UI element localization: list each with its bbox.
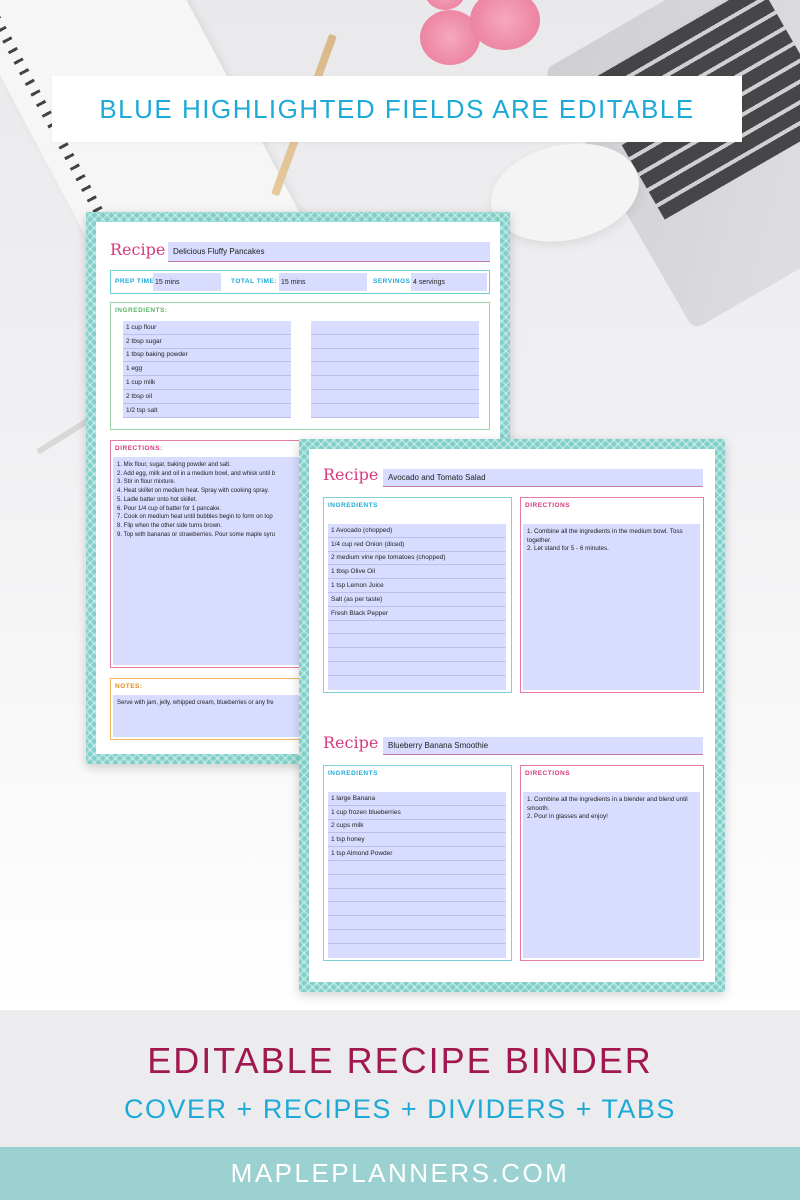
ingredient-row[interactable] bbox=[311, 362, 479, 377]
directions-label: DIRECTIONS bbox=[525, 770, 571, 777]
ingredients-box: INGREDIENTS: 1 cup flour 2 tbsp sugar 1 … bbox=[110, 302, 490, 430]
product-subtitle: COVER + RECIPES + DIVIDERS + TABS bbox=[124, 1094, 676, 1124]
ingredient-row[interactable] bbox=[328, 902, 506, 917]
ingredient-row[interactable] bbox=[328, 621, 506, 635]
ingredient-row[interactable]: Fresh Black Pepper bbox=[328, 607, 506, 621]
ingredients-list[interactable]: 1 large Banana 1 cup frozen blueberries … bbox=[328, 792, 506, 958]
ingredient-row[interactable] bbox=[311, 390, 479, 404]
recipe-label: Recipe bbox=[323, 733, 379, 752]
ingredient-row[interactable]: 2 tbsp sugar bbox=[123, 335, 291, 349]
ingredient-row[interactable]: 1 cup milk bbox=[123, 376, 291, 390]
product-title: EDITABLE RECIPE BINDER bbox=[147, 1040, 653, 1081]
ingredient-row[interactable]: 1/2 tsp salt bbox=[123, 404, 291, 418]
ingredient-row[interactable] bbox=[328, 916, 506, 930]
ingredients-list-left[interactable]: 1 cup flour 2 tbsp sugar 1 tbsp baking p… bbox=[123, 321, 291, 418]
ingredient-row[interactable]: 1 tsp honey bbox=[328, 833, 506, 848]
website-link[interactable]: MAPLEPLANNERS.COM bbox=[231, 1158, 570, 1189]
recipe-label: Recipe bbox=[110, 240, 166, 259]
ingredient-row[interactable] bbox=[311, 321, 479, 335]
ingredient-row[interactable]: 1 tsp Lemon Juice bbox=[328, 579, 506, 593]
ingredient-row[interactable] bbox=[328, 634, 506, 649]
ingredient-row[interactable]: 2 tbsp oil bbox=[123, 390, 291, 404]
directions-field[interactable]: 1. Combine all the ingredients in a blen… bbox=[523, 792, 700, 958]
ingredient-row[interactable]: 2 medium vine ripe tomatoes (chopped) bbox=[328, 552, 506, 566]
ingredient-row[interactable]: 1 tbsp Olive Oil bbox=[328, 565, 506, 580]
ingredient-row[interactable] bbox=[311, 376, 479, 390]
ingredient-row[interactable]: Salt (as per taste) bbox=[328, 593, 506, 607]
ingredient-row[interactable]: 1 cup flour bbox=[123, 321, 291, 335]
recipe-sheet-double: Recipe Avocado and Tomato Salad INGREDIE… bbox=[299, 439, 725, 992]
ingredient-row[interactable] bbox=[311, 349, 479, 363]
recipe-label: Recipe bbox=[323, 465, 379, 484]
ingredient-row[interactable]: 1 Avocado (chopped) bbox=[328, 524, 506, 538]
editable-fields-banner: BLUE HIGHLIGHTED FIELDS ARE EDITABLE bbox=[52, 76, 742, 142]
prep-time-label: PREP TIME: bbox=[115, 278, 158, 285]
ingredients-label: INGREDIENTS bbox=[328, 770, 378, 777]
ingredient-row[interactable]: 1 tsp Almond Powder bbox=[328, 847, 506, 861]
prep-time-field[interactable]: 15 mins bbox=[153, 273, 221, 291]
ingredient-row[interactable] bbox=[328, 930, 506, 944]
sheet-page: Recipe Avocado and Tomato Salad INGREDIE… bbox=[309, 449, 715, 982]
ingredients-label: INGREDIENTS: bbox=[115, 307, 168, 314]
ingredient-row[interactable] bbox=[328, 861, 506, 875]
ingredient-row[interactable] bbox=[328, 889, 506, 903]
ingredient-row[interactable]: 1 large Banana bbox=[328, 792, 506, 806]
recipe-name-field[interactable]: Blueberry Banana Smoothie bbox=[383, 737, 703, 755]
ingredients-label: INGREDIENTS bbox=[328, 502, 378, 509]
time-servings-box: PREP TIME: 15 mins TOTAL TIME: 15 mins S… bbox=[110, 270, 490, 294]
directions-box: DIRECTIONS 1. Combine all the ingredient… bbox=[520, 765, 704, 961]
ingredient-row[interactable]: 1/4 cup red Onion (diced) bbox=[328, 538, 506, 552]
directions-field[interactable]: 1. Combine all the ingredients in the me… bbox=[523, 524, 700, 690]
flower bbox=[425, 0, 465, 10]
ingredient-row[interactable]: 1 egg bbox=[123, 362, 291, 377]
ingredient-row[interactable] bbox=[328, 648, 506, 662]
ingredients-box: INGREDIENTS 1 large Banana 1 cup frozen … bbox=[323, 765, 512, 961]
ingredients-list-right[interactable] bbox=[311, 321, 479, 418]
servings-label: SERVINGS: bbox=[373, 278, 414, 285]
directions-label: DIRECTIONS: bbox=[115, 445, 163, 452]
footer-bar: MAPLEPLANNERS.COM bbox=[0, 1147, 800, 1200]
recipe-name-field[interactable]: Delicious Fluffy Pancakes bbox=[168, 242, 490, 262]
ingredient-row[interactable] bbox=[328, 662, 506, 676]
ingredient-row[interactable]: 1 tbsp baking powder bbox=[123, 349, 291, 363]
ingredients-list[interactable]: 1 Avocado (chopped) 1/4 cup red Onion (d… bbox=[328, 524, 506, 690]
recipe-name-field[interactable]: Avocado and Tomato Salad bbox=[383, 469, 703, 487]
ingredient-row[interactable]: 1 cup frozen blueberries bbox=[328, 806, 506, 820]
ingredient-row[interactable] bbox=[328, 875, 506, 889]
total-time-label: TOTAL TIME: bbox=[231, 278, 277, 285]
directions-box: DIRECTIONS 1. Combine all the ingredient… bbox=[520, 497, 704, 693]
banner-text: BLUE HIGHLIGHTED FIELDS ARE EDITABLE bbox=[99, 93, 695, 124]
ingredients-box: INGREDIENTS 1 Avocado (chopped) 1/4 cup … bbox=[323, 497, 512, 693]
flower bbox=[470, 0, 540, 50]
ingredient-row[interactable]: 2 cups milk bbox=[328, 820, 506, 834]
notes-label: NOTES: bbox=[115, 683, 143, 690]
ingredient-row[interactable] bbox=[311, 404, 479, 418]
total-time-field[interactable]: 15 mins bbox=[279, 273, 367, 291]
ingredient-row[interactable] bbox=[311, 335, 479, 349]
servings-field[interactable]: 4 servings bbox=[411, 273, 487, 291]
directions-label: DIRECTIONS bbox=[525, 502, 571, 509]
